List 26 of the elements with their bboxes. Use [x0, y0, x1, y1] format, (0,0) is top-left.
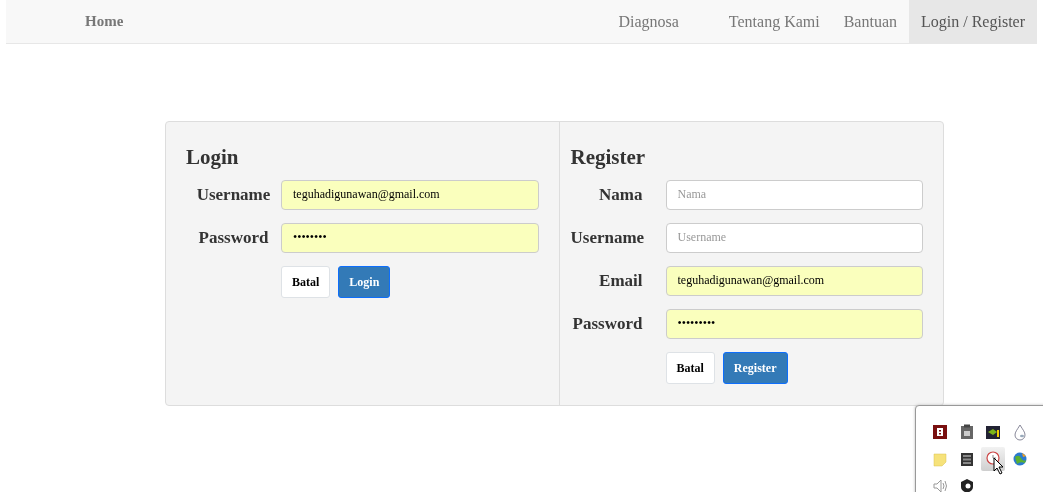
nav-link[interactable]: Bantuan	[831, 0, 909, 43]
field-label: Nama	[598, 183, 643, 206]
input-field[interactable]: teguhadigunawan@gmail.com	[281, 179, 539, 210]
cancel-button[interactable]: Batal	[281, 265, 331, 298]
nav-link[interactable]: Login / Register	[909, 0, 1037, 43]
field-label: Username	[570, 226, 643, 249]
home-link[interactable]: Home	[6, 0, 124, 43]
form-title: Login	[186, 144, 240, 171]
field-label: Password	[197, 226, 270, 249]
input-field[interactable]: Nama	[665, 179, 923, 210]
cancel-button[interactable]: Batal	[665, 351, 715, 384]
submit-button[interactable]: Register	[722, 351, 788, 384]
field-label: Username	[195, 183, 272, 206]
graphics-card-icon	[984, 423, 1002, 441]
form-title: Register	[570, 144, 647, 171]
sticky-note-icon	[931, 450, 949, 468]
input-field[interactable]: •••••••••	[665, 308, 923, 339]
nav-link[interactable]: Diagnosa	[606, 0, 691, 43]
input-field[interactable]: ••••••••	[281, 222, 539, 253]
submit-button[interactable]: Login	[338, 265, 391, 298]
input-field[interactable]: teguhadigunawan@gmail.com	[665, 265, 923, 296]
field-label: Password	[571, 312, 643, 335]
input-field[interactable]: Username	[665, 222, 923, 253]
cursor-icon	[993, 457, 1005, 475]
nav-link[interactable]: Tentang Kami	[716, 0, 832, 43]
field-label: Email	[598, 269, 643, 292]
